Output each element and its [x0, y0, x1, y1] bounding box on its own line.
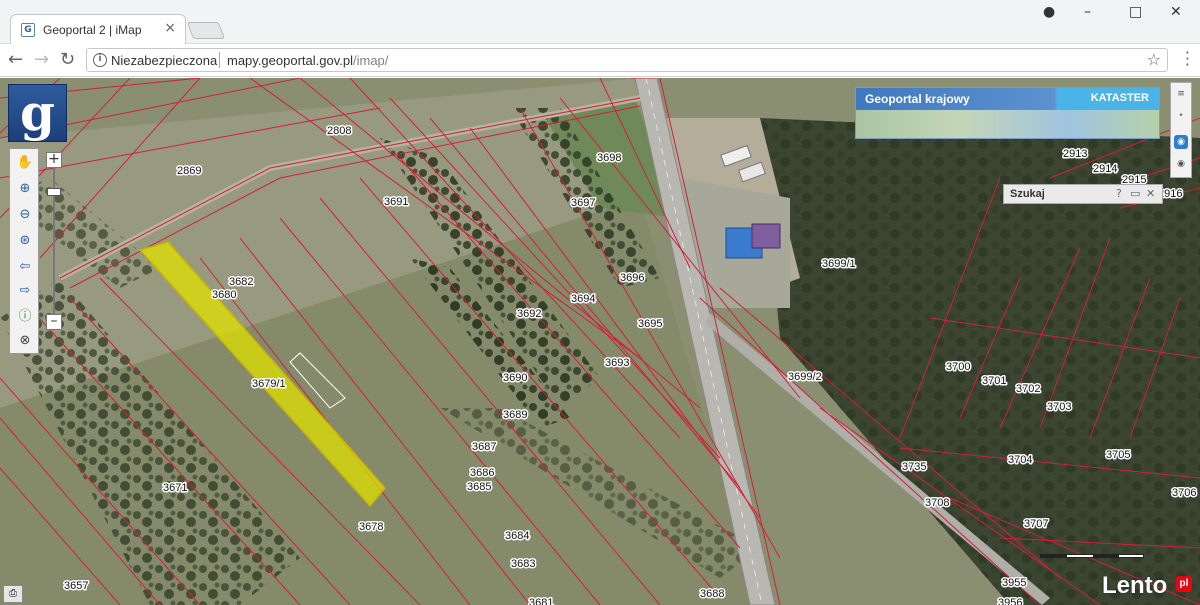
help-icon[interactable]: ? — [1116, 187, 1122, 200]
parcel-label: 3687 — [472, 441, 496, 453]
close-panel-icon[interactable]: ✕ — [1146, 187, 1155, 200]
parcel-label: 3682 — [229, 276, 253, 288]
parcel-label: 3703 — [1047, 401, 1071, 413]
parcel-label: 3704 — [1008, 454, 1032, 466]
close-tab-icon[interactable]: × — [164, 20, 176, 36]
browser-tab[interactable]: G Geoportal 2 | iMap × — [10, 14, 186, 45]
parcel-label: 3695 — [638, 318, 662, 330]
zoom-extent-icon[interactable]: ⊛ — [15, 231, 35, 251]
tab-title: Geoportal 2 | iMap — [43, 23, 142, 37]
new-tab-button[interactable] — [186, 22, 226, 39]
reload-icon[interactable]: ↻ — [60, 49, 75, 70]
zoom-out-tool-icon[interactable]: ⊖ — [15, 205, 35, 225]
visibility-eye-icon[interactable]: ◉ — [1174, 157, 1188, 171]
minimize-panel-icon[interactable]: ▭ — [1130, 187, 1140, 200]
profile-icon[interactable]: ● — [1043, 4, 1055, 20]
parcel-label: 2869 — [177, 165, 201, 177]
parcel-label: 3657 — [64, 580, 88, 592]
overview-map[interactable]: Geoportal krajowy KATASTER — [855, 87, 1160, 139]
map-toolbox: ✋ ⊕ ⊖ ⊛ ⇦ ⇨ ⓘ ⊗ — [9, 148, 39, 354]
parcel-label: 3700 — [946, 361, 970, 373]
parcel-label: 3697 — [571, 197, 595, 209]
browser-tab-bar: G Geoportal 2 | iMap × ● – □ ✕ — [0, 0, 1200, 45]
parcel-label: 3955 — [1002, 577, 1026, 589]
measure-tool-icon[interactable]: ⊗ — [15, 331, 35, 351]
parcel-label: 3706 — [1172, 487, 1196, 499]
parcel-label: 3708 — [925, 497, 949, 509]
watermark-badge-icon: pl — [1176, 576, 1192, 592]
forward-arrow-icon[interactable]: → — [34, 49, 49, 70]
geoportal-logo[interactable]: g — [8, 84, 67, 142]
security-label: Niezabezpieczona — [111, 53, 218, 68]
parcel-label: 3683 — [511, 558, 535, 570]
parcel-label: 3702 — [1016, 383, 1040, 395]
zoom-slider: + – — [44, 152, 64, 332]
search-title: Szukaj — [1010, 188, 1045, 200]
browser-menu-icon[interactable]: · · · — [1185, 45, 1190, 73]
parcel-label: 3680 — [212, 289, 236, 301]
zoom-in-tool-icon[interactable]: ⊕ — [15, 179, 35, 199]
parcel-label: 3735 — [902, 461, 926, 473]
zoom-out-button[interactable]: – — [46, 314, 62, 330]
browser-toolbar: ← → ↻ i Niezabezpieczona mapy.geoportal.… — [0, 44, 1200, 77]
aerial-map-svg: 2808 2869 3691 3698 3697 3682 3680 3696 … — [0, 78, 1200, 605]
parcel-label: 3688 — [700, 588, 724, 600]
right-toolbar: ≡ • ◉ ◉ — [1170, 82, 1192, 178]
map-canvas[interactable]: 2808 2869 3691 3698 3697 3682 3680 3696 … — [0, 78, 1200, 605]
address-bar[interactable]: i Niezabezpieczona mapy.geoportal.gov.pl… — [86, 48, 1168, 72]
scale-bar — [1040, 554, 1144, 558]
parcel-label: 3699/2 — [788, 371, 822, 383]
dot-icon[interactable]: • — [1174, 109, 1188, 123]
parcel-label: 3685 — [467, 481, 491, 493]
search-panel[interactable]: Szukaj ? ▭ ✕ — [1003, 184, 1163, 204]
url-host: mapy.geoportal.gov.pl — [227, 53, 353, 68]
geoportal-favicon-icon: G — [21, 23, 35, 37]
print-icon[interactable]: ⎙ — [3, 585, 23, 603]
parcel-label: 3694 — [571, 293, 595, 305]
close-window-button[interactable]: ✕ — [1170, 4, 1182, 20]
parcel-label: 3698 — [597, 152, 621, 164]
parcel-label: 2808 — [327, 125, 351, 137]
parcel-label-highlighted: 3679/1 — [252, 378, 286, 390]
parcel-label: 3686 — [470, 467, 494, 479]
minimize-button[interactable]: – — [1084, 4, 1091, 20]
previous-view-arrow-icon[interactable]: ⇦ — [15, 257, 35, 277]
overview-title: Geoportal krajowy — [865, 92, 970, 106]
url-path: /imap/ — [352, 53, 389, 68]
parcel-label: 3956 — [998, 597, 1022, 605]
watermark-text: Lento — [1102, 572, 1168, 599]
parcel-label: 3681 — [529, 597, 553, 605]
layers-icon[interactable]: ≡ — [1174, 87, 1188, 101]
maximize-button[interactable]: □ — [1129, 4, 1142, 20]
parcel-label: 3689 — [503, 409, 527, 421]
omnibox-separator — [219, 52, 220, 68]
parcel-label: 3678 — [359, 521, 383, 533]
bookmark-star-icon[interactable]: ☆ — [1147, 50, 1161, 69]
parcel-label: 3701 — [982, 375, 1006, 387]
cadastre-layer-button[interactable]: KATASTER — [1091, 92, 1149, 104]
url-text[interactable]: mapy.geoportal.gov.pl/imap/ — [227, 53, 388, 68]
zoom-in-button[interactable]: + — [46, 152, 62, 168]
parcel-label: 2913 — [1063, 148, 1087, 160]
next-view-arrow-icon[interactable]: ⇨ — [15, 281, 35, 301]
back-arrow-icon[interactable]: ← — [8, 49, 23, 70]
parcel-label: 3693 — [605, 357, 629, 369]
parcel-label: 3705 — [1106, 449, 1130, 461]
info-icon[interactable]: i — [93, 53, 107, 67]
parcel-label: 3671 — [163, 482, 187, 494]
parcel-label: 3696 — [620, 272, 644, 284]
parcel-label: 3684 — [505, 530, 529, 542]
parcel-label: 3690 — [503, 372, 527, 384]
roof-building — [751, 223, 781, 249]
pan-hand-icon[interactable]: ✋ — [15, 153, 35, 173]
parcel-label: 2914 — [1093, 163, 1117, 175]
parcel-label: 3699/1 — [822, 258, 856, 270]
parcel-label: 3707 — [1024, 518, 1048, 530]
parcel-label: 3691 — [384, 196, 408, 208]
parcel-label: 3692 — [517, 308, 541, 320]
info-tool-icon[interactable]: ⓘ — [15, 307, 35, 327]
zoom-handle[interactable] — [47, 188, 61, 196]
visibility-on-eye-icon[interactable]: ◉ — [1174, 135, 1188, 149]
